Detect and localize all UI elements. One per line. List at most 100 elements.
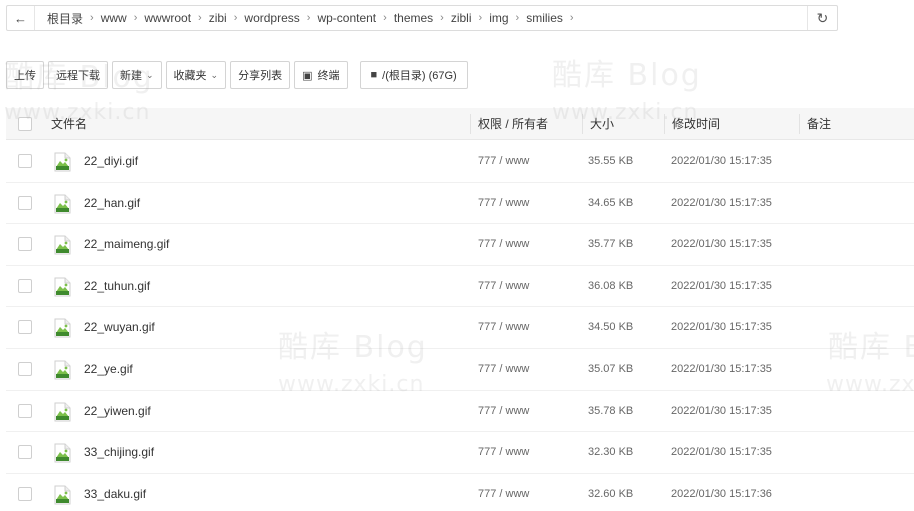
refresh-icon: ↻: [816, 9, 829, 26]
file-modified-time: 2022/01/30 15:17:35: [671, 196, 772, 209]
gif-file-icon: [54, 318, 71, 338]
breadcrumb-item[interactable]: themes: [388, 11, 439, 25]
row-checkbox[interactable]: [18, 403, 32, 418]
gif-file-icon: [54, 277, 71, 297]
file-name[interactable]: 22_ye.gif: [84, 349, 133, 390]
breadcrumb-item[interactable]: wordpress: [238, 11, 305, 25]
header-modified-time[interactable]: 修改时间: [672, 108, 720, 140]
gif-file-icon: [54, 443, 71, 463]
file-size: 34.65 KB: [588, 196, 634, 209]
file-permission[interactable]: 777 / www: [478, 266, 529, 307]
disk-icon: ■: [370, 69, 378, 81]
table-header: 文件名 权限 / 所有者 大小 修改时间 备注: [6, 108, 914, 140]
breadcrumb-item[interactable]: www: [95, 11, 133, 25]
header-permission[interactable]: 权限 / 所有者: [478, 108, 548, 140]
gif-file-icon: [54, 402, 71, 422]
file-modified-time: 2022/01/30 15:17:35: [671, 155, 772, 167]
file-name[interactable]: 33_daku.gif: [84, 474, 146, 511]
breadcrumb-item[interactable]: 根目录: [41, 10, 89, 27]
file-modified-time: 2022/01/30 15:17:35: [671, 238, 772, 251]
file-size: 34.50 KB: [588, 321, 634, 334]
file-permission[interactable]: 777 / www: [478, 183, 529, 224]
chevron-right-icon: ›: [569, 12, 574, 24]
header-size[interactable]: 大小: [590, 108, 614, 140]
favorites-button[interactable]: 收藏夹 ⌄: [165, 61, 227, 89]
file-modified-time: 2022/01/30 15:17:35: [671, 446, 772, 459]
table-row[interactable]: 22_maimeng.gif 777 / www 35.77 KB 2022/01/3…: [6, 224, 914, 266]
file-size: 36.08 KB: [588, 279, 634, 292]
row-checkbox[interactable]: [18, 237, 32, 252]
file-modified-time: 2022/01/30 15:17:35: [671, 362, 772, 375]
file-size: 32.60 KB: [588, 487, 634, 500]
table-row[interactable]: 22_han.gif 777 / www 34.65 KB 2022/01/30 15…: [6, 183, 914, 225]
table-row[interactable]: 22_ye.gif 777 / www 35.07 KB 2022/01/30 15:…: [6, 349, 914, 391]
toolbar: 上传 远程下载 新建 ⌄ 收藏夹 ⌄ 分享列表 ▣ 终端 ■/(根目录) (67G): [6, 60, 472, 90]
table-row[interactable]: 33_daku.gif 777 / www 32.60 KB 2022/01/30 1…: [6, 474, 914, 511]
breadcrumb-item[interactable]: zibli: [445, 11, 478, 25]
file-list: 22_diyi.gif 777 / www 35.55 KB 2022/01/30 1…: [6, 141, 914, 511]
new-button[interactable]: 新建 ⌄: [112, 61, 162, 89]
chevron-down-icon: ⌄: [146, 69, 154, 80]
gif-file-icon: [54, 360, 71, 380]
row-checkbox[interactable]: [18, 195, 32, 210]
breadcrumb-item[interactable]: wwwroot: [138, 11, 197, 25]
file-permission[interactable]: 777 / www: [478, 432, 529, 473]
arrow-left-icon: ←: [14, 10, 27, 26]
breadcrumb: 根目录 › www › wwwroot › zibi › wordpress › wp-conten…: [35, 6, 807, 30]
file-name[interactable]: 22_maimeng.gif: [84, 224, 169, 265]
path-bar: ← 根目录 › www › wwwroot › zibi › wordpress › wp-cont…: [6, 5, 838, 31]
gif-file-icon: [54, 152, 71, 172]
file-modified-time: 2022/01/30 15:17:35: [671, 404, 772, 417]
breadcrumb-item[interactable]: wp-content: [311, 11, 382, 25]
header-name[interactable]: 文件名: [51, 108, 87, 140]
file-name[interactable]: 22_tuhun.gif: [84, 266, 150, 307]
upload-button[interactable]: 上传: [6, 61, 44, 89]
row-checkbox[interactable]: [18, 361, 32, 376]
terminal-button[interactable]: ▣ 终端: [294, 61, 348, 89]
breadcrumb-item[interactable]: smilies: [520, 11, 569, 25]
file-permission[interactable]: 777 / www: [478, 224, 529, 265]
file-permission[interactable]: 777 / www: [478, 474, 529, 511]
row-checkbox[interactable]: [18, 154, 32, 168]
file-name[interactable]: 22_han.gif: [84, 183, 140, 224]
select-all-checkbox[interactable]: [18, 117, 32, 131]
back-button[interactable]: ←: [7, 6, 35, 30]
table-row[interactable]: 33_chijing.gif 777 / www 32.30 KB 2022/01/3…: [6, 432, 914, 474]
gif-file-icon: [54, 485, 71, 505]
refresh-button[interactable]: ↻: [807, 6, 837, 30]
remote-download-button[interactable]: 远程下载: [48, 61, 108, 89]
file-size: 35.78 KB: [588, 404, 634, 417]
file-modified-time: 2022/01/30 15:17:36: [671, 487, 772, 500]
file-name[interactable]: 22_wuyan.gif: [84, 307, 155, 348]
table-row[interactable]: 22_wuyan.gif 777 / www 34.50 KB 2022/01/30 …: [6, 307, 914, 349]
file-name[interactable]: 22_yiwen.gif: [84, 391, 151, 432]
disk-button[interactable]: ■/(根目录) (67G): [359, 61, 468, 89]
watermark: 酷库 Blog: [552, 58, 702, 93]
header-note[interactable]: 备注: [807, 108, 831, 140]
table-row[interactable]: 22_yiwen.gif 777 / www 35.78 KB 2022/01/30 …: [6, 391, 914, 433]
row-checkbox[interactable]: [18, 445, 32, 460]
file-modified-time: 2022/01/30 15:17:35: [671, 321, 772, 334]
breadcrumb-item[interactable]: img: [483, 11, 514, 25]
row-checkbox[interactable]: [18, 320, 32, 335]
file-size: 35.55 KB: [588, 155, 634, 167]
file-permission[interactable]: 777 / www: [478, 307, 529, 348]
breadcrumb-item[interactable]: zibi: [203, 11, 233, 25]
file-size: 35.07 KB: [588, 362, 634, 375]
terminal-icon: ▣: [302, 69, 313, 82]
row-checkbox[interactable]: [18, 278, 32, 293]
file-permission[interactable]: 777 / www: [478, 349, 529, 390]
share-list-button[interactable]: 分享列表: [230, 61, 291, 89]
table-row[interactable]: 22_diyi.gif 777 / www 35.55 KB 2022/01/30 1…: [6, 141, 914, 183]
file-modified-time: 2022/01/30 15:17:35: [671, 279, 772, 292]
file-permission[interactable]: 777 / www: [478, 141, 529, 182]
file-name[interactable]: 22_diyi.gif: [84, 141, 138, 182]
file-size: 32.30 KB: [588, 446, 634, 459]
file-permission[interactable]: 777 / www: [478, 391, 529, 432]
gif-file-icon: [54, 235, 71, 255]
row-checkbox[interactable]: [18, 486, 32, 501]
file-size: 35.77 KB: [588, 238, 634, 251]
table-row[interactable]: 22_tuhun.gif 777 / www 36.08 KB 2022/01/30 …: [6, 266, 914, 308]
file-name[interactable]: 33_chijing.gif: [84, 432, 154, 473]
chevron-down-icon: ⌄: [210, 69, 219, 80]
